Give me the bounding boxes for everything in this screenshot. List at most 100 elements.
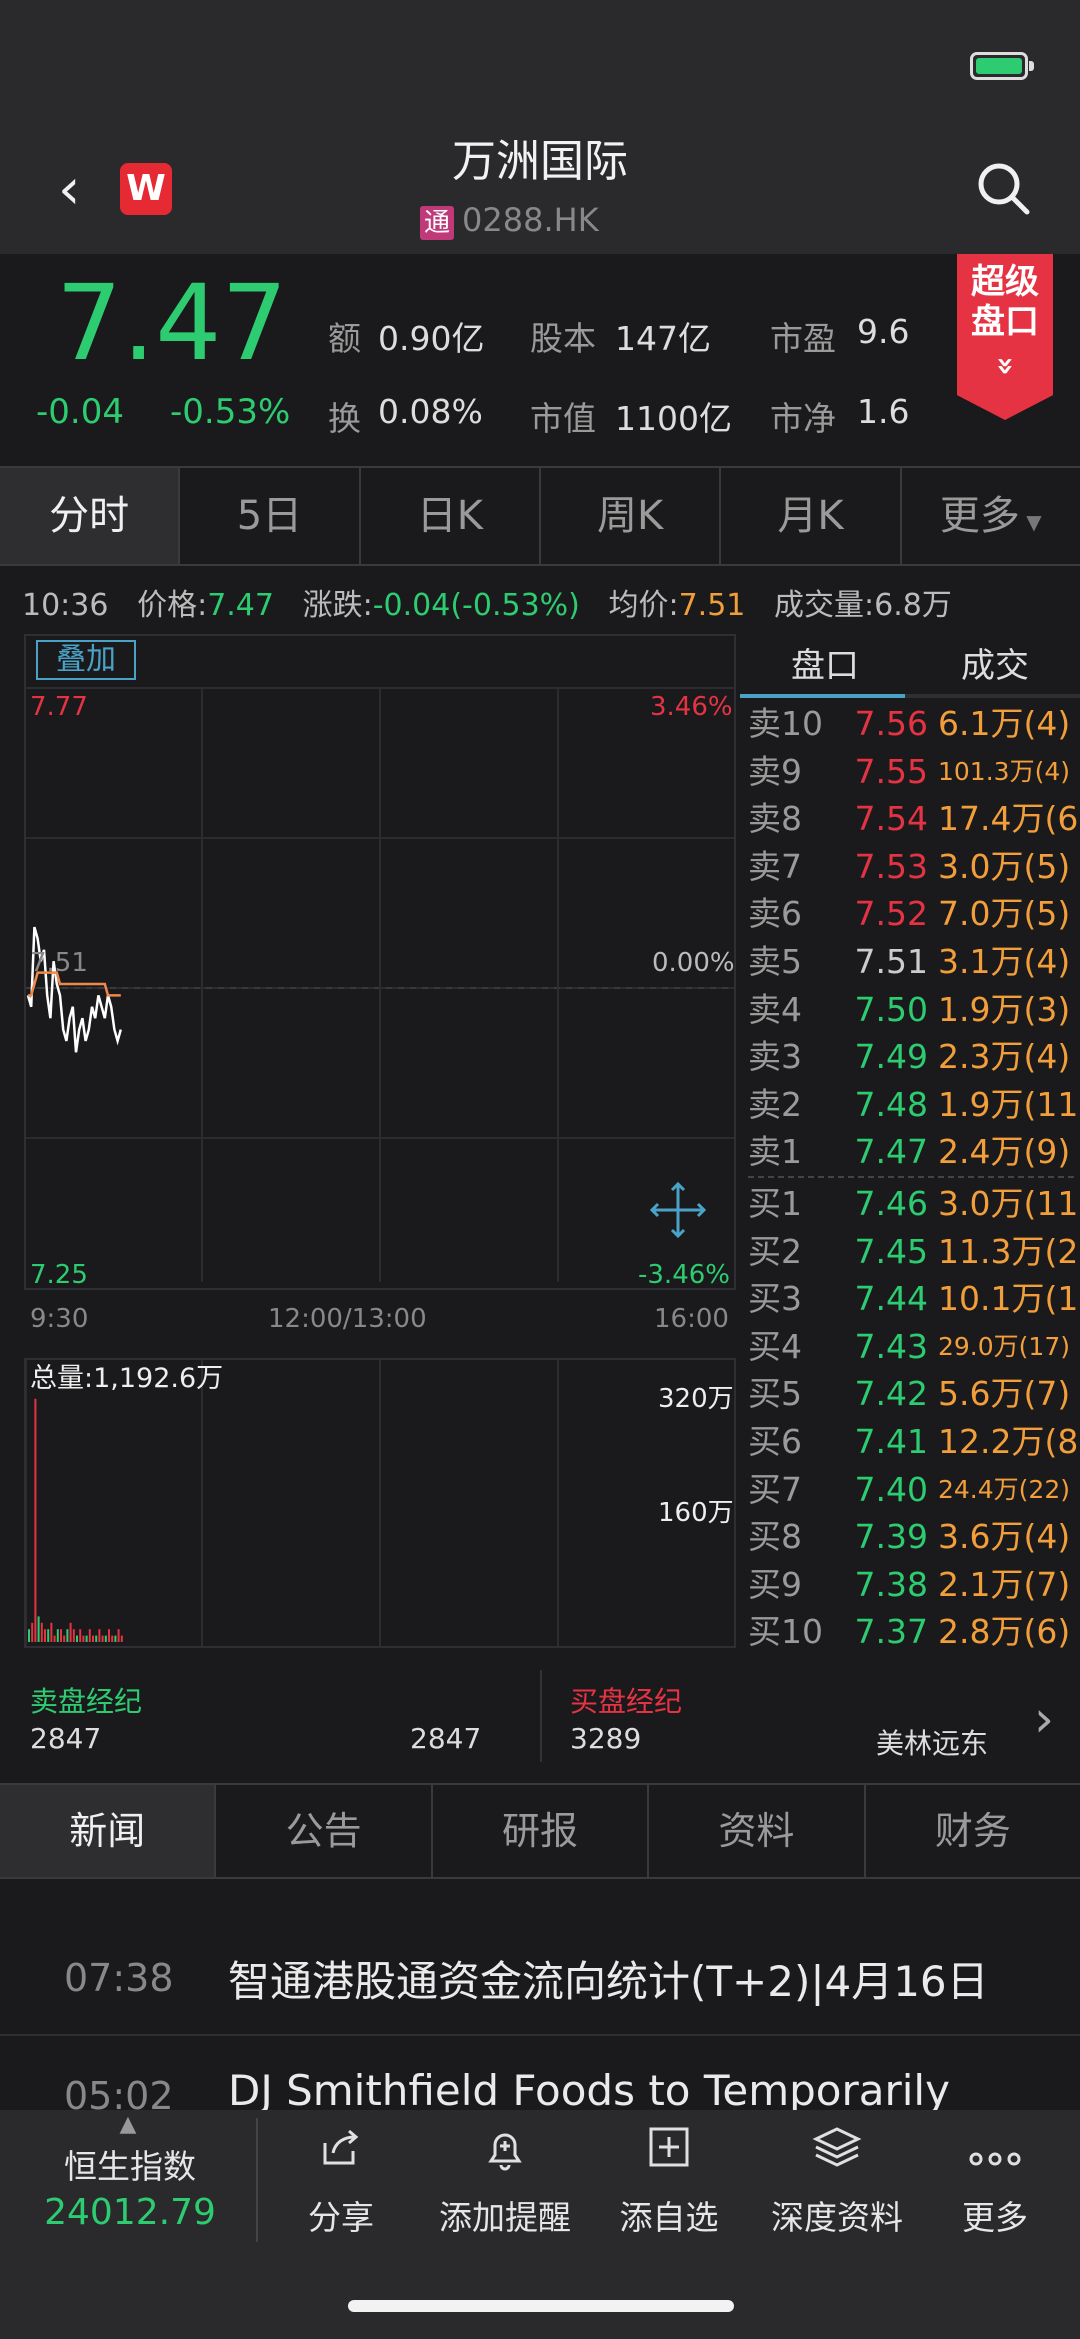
active-tab-indicator <box>740 694 905 698</box>
sell-broker-title: 卖盘经纪 <box>30 1685 143 1718</box>
news-time: 07:38 <box>64 1956 174 2000</box>
asks-row[interactable]: 卖2 7.48 1.9万(11) <box>748 1081 1080 1129</box>
volume-bar <box>50 1622 53 1642</box>
volume-bar <box>28 1629 30 1642</box>
level-label: 卖6 <box>748 894 802 934</box>
add-alert-button[interactable]: 添加提醒 <box>420 2125 590 2255</box>
stat-value: 1100亿 <box>615 399 732 438</box>
asks-row[interactable]: 卖10 7.56 6.1万(4) <box>748 700 1080 748</box>
tab-5day[interactable]: 5日 <box>180 468 361 564</box>
add-watchlist-button[interactable]: 添自选 <box>594 2125 744 2255</box>
share-button[interactable]: 分享 <box>266 2125 416 2255</box>
tab-profile[interactable]: 资料 <box>649 1785 866 1877</box>
level-price: 7.46 <box>854 1184 928 1223</box>
tab-announcements[interactable]: 公告 <box>216 1785 433 1877</box>
tab-monthly-k[interactable]: 月K <box>721 468 902 564</box>
level-price: 7.40 <box>854 1469 928 1509</box>
asks-row[interactable]: 卖8 7.54 17.4万(6) <box>748 795 1080 843</box>
bids-row[interactable]: 买6 7.41 12.2万(8) <box>748 1418 1080 1466</box>
asks-row[interactable]: 卖9 7.55 101.3万(4) <box>748 748 1080 796</box>
level-label: 卖4 <box>748 989 802 1029</box>
level-label: 买8 <box>748 1517 802 1557</box>
search-icon[interactable] <box>975 160 1031 216</box>
bids-row[interactable]: 买4 7.43 29.0万(17) <box>748 1323 1080 1371</box>
stat-label: 市净 <box>770 399 836 438</box>
level-quantity: 24.4万(22) <box>938 1474 1070 1504</box>
asks-row[interactable]: 卖1 7.47 2.4万(9) <box>748 1128 1080 1176</box>
expand-arrows-icon[interactable] <box>648 1180 708 1240</box>
level-price: 7.44 <box>854 1279 928 1319</box>
period-tabs: 分时 5日 日K 周K 月K 更多 ▼ <box>0 466 1080 566</box>
level-quantity: 3.0万(5) <box>938 846 1071 886</box>
asks-row[interactable]: 卖4 7.50 1.9万(3) <box>748 986 1080 1034</box>
y-max-label: 7.77 <box>30 692 88 722</box>
back-button[interactable]: ‹ <box>58 160 98 220</box>
deep-data-label: 深度资料 <box>771 2198 903 2237</box>
bids-row[interactable]: 买7 7.40 24.4万(22) <box>748 1466 1080 1514</box>
tab-more[interactable]: 更多 ▼ <box>902 468 1080 564</box>
tab-daily-k[interactable]: 日K <box>361 468 541 564</box>
level-price: 7.49 <box>854 1037 928 1077</box>
broker-queue[interactable]: 卖盘经纪 2847 2847 买盘经纪 3289 美林远东 › <box>0 1670 1080 1770</box>
volume-bar <box>101 1635 104 1642</box>
bids-row[interactable]: 买2 7.4511.3万(21) <box>748 1228 1080 1276</box>
level-price: 7.43 <box>854 1326 928 1366</box>
tab-orderbook[interactable]: 盘口 <box>740 634 910 698</box>
volume-chart-svg <box>26 1360 559 1646</box>
index-name[interactable]: 恒生指数 <box>20 2140 240 2188</box>
bids-row[interactable]: 买3 7.4410.1万(12) <box>748 1275 1080 1323</box>
y-min-label: 7.25 <box>30 1260 88 1290</box>
tab-trades[interactable]: 成交 <box>910 634 1080 698</box>
bids-row[interactable]: 买10 7.37 2.8万(6) <box>748 1608 1080 1656</box>
bids-row[interactable]: 买9 7.38 2.1万(7) <box>748 1561 1080 1609</box>
intraday-chart[interactable] <box>24 634 736 1290</box>
level-label: 卖1 <box>748 1132 802 1172</box>
volume-bar <box>69 1622 72 1642</box>
y-mid-label: 7.51 <box>30 948 88 978</box>
vol-tick-high: 320万 <box>658 1384 734 1414</box>
toolbar-divider <box>256 2118 258 2242</box>
asks-row[interactable]: 卖6 7.52 7.0万(5) <box>748 890 1080 938</box>
deep-data-button[interactable]: 深度资料 <box>752 2125 922 2255</box>
stat-label: 股本 <box>530 319 596 358</box>
stat-label: 市盈 <box>770 319 836 358</box>
asks-row[interactable]: 卖3 7.49 2.3万(4) <box>748 1033 1080 1081</box>
price-change: -0.04 <box>36 392 124 432</box>
super-orderbook-button[interactable]: 超级 盘口 » <box>957 254 1053 420</box>
price-chart-svg <box>26 687 734 1282</box>
bids-row[interactable]: 买8 7.39 3.6万(4) <box>748 1513 1080 1561</box>
tab-financials[interactable]: 财务 <box>866 1785 1080 1877</box>
volume-bar <box>66 1629 69 1642</box>
volume-bar <box>44 1629 46 1642</box>
vol-tick-mid: 160万 <box>658 1498 734 1528</box>
level-label: 买7 <box>748 1469 802 1509</box>
add-alert-label: 添加提醒 <box>439 2198 571 2237</box>
home-indicator[interactable] <box>348 2300 734 2312</box>
overlay-button[interactable]: 叠加 <box>36 640 136 680</box>
bids-row[interactable]: 买5 7.42 5.6万(7) <box>748 1370 1080 1418</box>
asks-row[interactable]: 卖5 7.51 3.1万(4) <box>748 938 1080 986</box>
chevron-right-icon: › <box>1034 1690 1054 1748</box>
level-label: 买10 <box>748 1612 823 1652</box>
volume-chart <box>24 1358 736 1648</box>
bids-row[interactable]: 买1 7.46 3.0万(11) <box>748 1180 1080 1228</box>
tab-weekly-k[interactable]: 周K <box>541 468 722 564</box>
level-quantity: 29.0万(17) <box>938 1331 1070 1361</box>
level-label: 买6 <box>748 1422 802 1461</box>
info-change: -0.04(-0.53%) <box>372 588 580 623</box>
more-button[interactable]: 更多 <box>920 2125 1070 2255</box>
stock-code-text: 0288.HK <box>462 201 599 239</box>
tab-research[interactable]: 研报 <box>433 1785 650 1877</box>
stat-value: 1.6 <box>857 392 910 431</box>
tab-news[interactable]: 新闻 <box>0 1785 217 1877</box>
tab-intraday[interactable]: 分时 <box>0 468 181 564</box>
news-item[interactable]: 07:38 智通港股通资金流向统计(T+2)|4月16日 <box>0 1918 1080 2036</box>
level-label: 买4 <box>748 1326 802 1366</box>
volume-bar <box>31 1622 34 1642</box>
bell-plus-icon <box>420 2125 590 2185</box>
index-value: 24012.79 <box>44 2192 216 2233</box>
ribbon-line-1: 超级 <box>971 262 1039 302</box>
level-price: 7.56 <box>854 704 928 743</box>
total-volume: 总量:1,192.6万 <box>30 1363 224 1394</box>
asks-row[interactable]: 卖7 7.53 3.0万(5) <box>748 843 1080 891</box>
